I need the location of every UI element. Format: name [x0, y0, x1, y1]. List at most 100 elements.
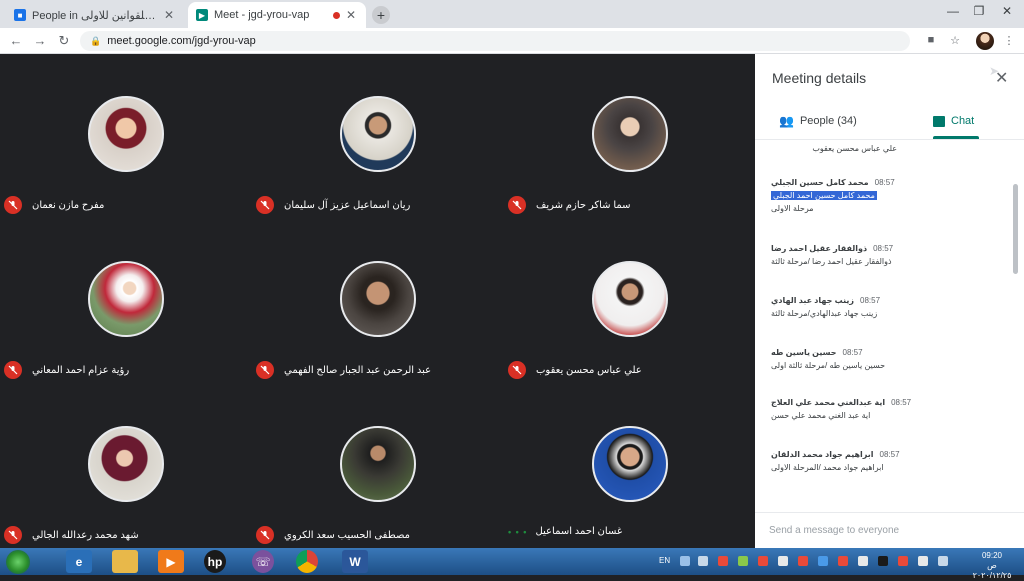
- tray-icon[interactable]: [738, 556, 748, 566]
- hp-icon[interactable]: hp: [204, 550, 226, 573]
- clock-time: 09:20: [981, 551, 1003, 560]
- tray-icon[interactable]: [918, 556, 928, 566]
- back-icon[interactable]: ←: [8, 33, 24, 49]
- avatar: [88, 426, 164, 502]
- chat-message-text: محمد كامل حسين احمد الجبلي: [771, 191, 877, 200]
- participant-name-bar: شهد محمد رعدالله الجالي: [4, 526, 240, 544]
- tab-label: People (34): [799, 115, 857, 127]
- tray-icon[interactable]: [698, 556, 708, 566]
- tray-icon[interactable]: [878, 556, 888, 566]
- participant-name: علي عباس محسن يعقوب: [536, 364, 642, 376]
- speaking-indicator-icon: • • •: [508, 526, 528, 537]
- chat-message-header: ابراهيم جواد محمد الدلقان 08:57: [771, 450, 1001, 459]
- chat-message-text: مرحلة الاولى: [771, 204, 814, 213]
- recording-icon: [333, 11, 340, 19]
- mic-off-icon: [508, 361, 526, 379]
- chat-message: زينب جهاد عبد الهادي 08:57 زينب جهاد عبد…: [771, 296, 1001, 318]
- participant-tile[interactable]: سما شاكر حازم شريف: [504, 54, 754, 219]
- minimize-icon[interactable]: —: [940, 4, 966, 18]
- participant-tile[interactable]: مفرح مازن نعمان: [0, 54, 250, 219]
- close-icon[interactable]: ✕: [162, 8, 176, 22]
- chat-message-list[interactable]: علي عباس محسن يعقوب محمد كامل حسين الجبل…: [755, 140, 1012, 512]
- tray-icon[interactable]: [778, 556, 788, 566]
- people-icon: 👥: [779, 114, 794, 128]
- folder-icon[interactable]: [112, 550, 138, 573]
- close-icon[interactable]: ✕: [344, 8, 358, 22]
- participant-tile[interactable]: شهد محمد رعدالله الجالي: [0, 384, 250, 549]
- chat-time: 08:57: [879, 450, 900, 459]
- menu-icon[interactable]: ⋮: [1002, 34, 1016, 47]
- avatar: [592, 261, 668, 337]
- avatar[interactable]: [976, 32, 994, 50]
- maximize-icon[interactable]: ❐: [966, 4, 992, 18]
- participant-tile[interactable]: مصطفى الحسيب سعد الكروي: [252, 384, 502, 549]
- participant-tile[interactable]: رؤية عزام احمد المعاني: [0, 219, 250, 384]
- viber-icon[interactable]: ☏: [252, 550, 274, 573]
- chat-message-text: ابراهيم جواد محمد /المرحلة الاولى: [771, 463, 884, 472]
- tab-chat[interactable]: Chat: [933, 106, 974, 136]
- participant-name: مصطفى الحسيب سعد الكروي: [284, 529, 410, 541]
- tab-meet[interactable]: ▶ Meet - jgd-yrou-vap ✕: [188, 2, 366, 28]
- chat-input[interactable]: Send a message to everyone: [755, 512, 1024, 548]
- mic-off-icon: [256, 361, 274, 379]
- forward-icon[interactable]: →: [32, 33, 48, 49]
- chrome-icon[interactable]: [296, 550, 318, 573]
- tab-classroom[interactable]: ■ People in الاصول العامة للقوانين للاول…: [6, 2, 184, 28]
- tab-people[interactable]: 👥 People (34): [779, 106, 857, 136]
- chat-time: 08:57: [874, 178, 895, 187]
- chat-message-text: حسين ياسين طه /مرحلة ثالثة اولى: [771, 361, 886, 370]
- tray-icon[interactable]: [838, 556, 848, 566]
- participant-grid: مفرح مازن نعمان ريان اسماعيل عزيز آل سلي…: [0, 54, 755, 548]
- avatar: [88, 261, 164, 337]
- tab-label: Chat: [951, 115, 975, 127]
- participant-tile[interactable]: علي عباس محسن يعقوب: [504, 219, 754, 384]
- chat-sender: زينب جهاد عبد الهادي: [771, 296, 854, 305]
- chat-time: 08:57: [842, 348, 863, 357]
- tray-icon[interactable]: [898, 556, 908, 566]
- language-indicator[interactable]: EN: [659, 556, 670, 565]
- browser-toolbar: ← → ↻ 🔒 meet.google.com/jgd-yrou-vap ■ ☆…: [0, 28, 1024, 54]
- meeting-details-panel: Meeting details ✕ 👥 People (34) Chat علي…: [755, 54, 1024, 548]
- ie-icon[interactable]: e: [66, 550, 92, 573]
- word-icon[interactable]: W: [342, 550, 368, 573]
- chat-sender: حسين ياسين طه: [771, 348, 837, 357]
- participant-tile[interactable]: • • • غسان احمد اسماعيل: [504, 384, 754, 549]
- participant-tile[interactable]: ريان اسماعيل عزيز آل سليمان: [252, 54, 502, 219]
- reload-icon[interactable]: ↻: [56, 33, 72, 49]
- tray-icon[interactable]: [858, 556, 868, 566]
- chat-message-text: ذوالفقار عقيل احمد رضا /مرحلة ثالثة: [771, 257, 892, 266]
- mic-off-icon: [508, 196, 526, 214]
- tray-icon[interactable]: [718, 556, 728, 566]
- chat-time: 08:57: [860, 296, 881, 305]
- chat-message: ابراهيم جواد محمد الدلقان 08:57 ابراهيم …: [771, 450, 1001, 472]
- start-button[interactable]: [6, 550, 30, 574]
- close-window-icon[interactable]: ✕: [994, 4, 1020, 18]
- address-bar[interactable]: 🔒 meet.google.com/jgd-yrou-vap: [80, 31, 910, 51]
- star-icon[interactable]: ☆: [948, 34, 962, 47]
- chat-message-header: زينب جهاد عبد الهادي 08:57: [771, 296, 1001, 305]
- avatar: [340, 426, 416, 502]
- tab-title: Meet - jgd-yrou-vap: [214, 9, 310, 21]
- chat-message-header: ذوالفقار عقيل احمد رضا 08:57: [771, 244, 1001, 253]
- tray-icon[interactable]: [680, 556, 690, 566]
- system-clock[interactable]: 09:20 ص ٢٠٢٠/١٢/٢٥: [968, 551, 1016, 581]
- participant-name-bar: عبد الرحمن عبد الجبار صالح الفهمي: [256, 361, 492, 379]
- tray-icon[interactable]: [818, 556, 828, 566]
- participant-name-bar: سما شاكر حازم شريف: [508, 196, 744, 214]
- new-tab-button[interactable]: +: [372, 6, 390, 24]
- tab-title: People in الاصول العامة للقوانين للاولى: [32, 9, 158, 22]
- volume-icon[interactable]: [938, 556, 948, 566]
- avatar: [88, 96, 164, 172]
- participant-tile[interactable]: عبد الرحمن عبد الجبار صالح الفهمي: [252, 219, 502, 384]
- participant-name: مفرح مازن نعمان: [32, 199, 105, 211]
- media-player-icon[interactable]: ▶: [158, 550, 184, 573]
- avatar: [592, 96, 668, 172]
- scrollbar[interactable]: [1013, 184, 1018, 274]
- chat-sender: ابراهيم جواد محمد الدلقان: [771, 450, 874, 459]
- avatar: [340, 96, 416, 172]
- send-icon[interactable]: ➤: [989, 64, 999, 78]
- tray-icon[interactable]: [758, 556, 768, 566]
- tray-icon[interactable]: [798, 556, 808, 566]
- mic-off-icon: [4, 196, 22, 214]
- camera-icon[interactable]: ■: [924, 34, 938, 46]
